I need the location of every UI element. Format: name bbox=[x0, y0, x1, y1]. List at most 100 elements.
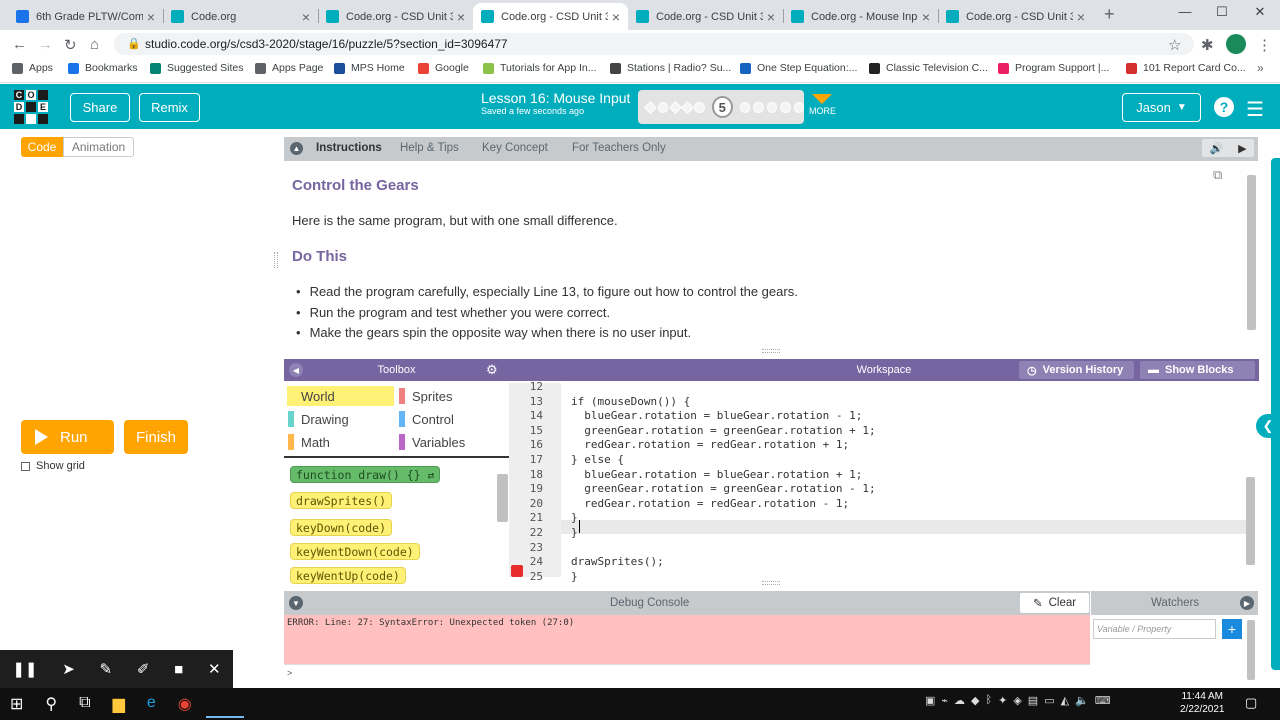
user-menu[interactable]: Jason ▼ bbox=[1122, 93, 1201, 122]
close-tab-icon[interactable]: × bbox=[302, 9, 310, 25]
battery-icon[interactable]: ▭ bbox=[1044, 694, 1054, 707]
browser-menu-icon[interactable]: ⋮ bbox=[1257, 36, 1272, 54]
file-explorer-icon[interactable]: ▆ bbox=[113, 694, 125, 714]
close-tab-icon[interactable]: × bbox=[1077, 9, 1085, 25]
more-button[interactable]: MORE bbox=[809, 94, 836, 116]
close-icon[interactable]: ✕ bbox=[208, 660, 221, 678]
browser-tab[interactable]: Code.org - Mouse Inp × bbox=[783, 3, 938, 30]
bookmark-item[interactable]: 101 Report Card Co... bbox=[1126, 62, 1246, 74]
code-line[interactable]: } bbox=[571, 511, 578, 524]
dropbox-icon[interactable]: ◆ bbox=[971, 694, 979, 707]
finish-button[interactable]: Finish bbox=[124, 420, 188, 454]
collapse-debug-icon[interactable]: ▼ bbox=[289, 596, 303, 610]
bookmark-star-icon[interactable]: ☆ bbox=[1168, 36, 1181, 54]
task-view-icon[interactable]: ⧉ bbox=[79, 694, 90, 714]
collapse-toolbox-icon[interactable]: ◀ bbox=[289, 363, 303, 377]
code-block[interactable]: drawSprites() bbox=[290, 492, 393, 509]
close-tab-icon[interactable]: × bbox=[147, 9, 155, 25]
bookmark-item[interactable]: Tutorials for App In... bbox=[483, 62, 597, 74]
browser-tab[interactable]: Code.org - CSD Unit 3 × bbox=[938, 3, 1093, 30]
code-line[interactable]: redGear.rotation = redGear.rotation - 1; bbox=[571, 497, 849, 510]
progress-dot[interactable] bbox=[753, 101, 764, 113]
progress-dot[interactable] bbox=[780, 101, 791, 113]
bookmark-item[interactable]: Classic Television C... bbox=[869, 62, 988, 74]
play-audio-icon[interactable]: ▶ bbox=[1238, 142, 1246, 155]
instructions-scrollbar[interactable] bbox=[1247, 175, 1256, 330]
network-icon[interactable]: ◭ bbox=[1061, 694, 1069, 707]
browser-tab[interactable]: Code.org × bbox=[163, 3, 318, 30]
home-icon[interactable]: ⌂ bbox=[90, 36, 99, 53]
edge-icon[interactable]: e bbox=[147, 694, 156, 714]
windows-start-icon[interactable]: ⊞ bbox=[10, 694, 23, 714]
collapse-icon[interactable]: ▲ bbox=[290, 142, 303, 155]
lesson-title[interactable]: Lesson 16: Mouse Input bbox=[481, 90, 630, 106]
progress-dot[interactable] bbox=[766, 101, 778, 113]
hamburger-menu-icon[interactable]: ☰ bbox=[1246, 97, 1264, 122]
progress-dot[interactable] bbox=[793, 101, 804, 113]
share-button[interactable]: Share bbox=[70, 93, 130, 122]
immersive-reader-icon[interactable]: ⧉ bbox=[1213, 167, 1222, 183]
search-icon[interactable]: ⚲ bbox=[45, 694, 57, 714]
code-line[interactable]: } bbox=[571, 570, 578, 583]
tab-help-tips[interactable]: Help & Tips bbox=[400, 142, 459, 154]
close-tab-icon[interactable]: × bbox=[457, 9, 465, 25]
toolbox-category[interactable]: World bbox=[287, 386, 394, 406]
taskbar-clock[interactable]: 11:44 AM 2/22/2021 bbox=[1180, 690, 1225, 716]
extensions-icon[interactable]: ✱ bbox=[1201, 36, 1214, 54]
resize-handle[interactable] bbox=[762, 581, 780, 585]
code-line[interactable]: redGear.rotation = redGear.rotation + 1; bbox=[571, 438, 849, 451]
progress-dot[interactable] bbox=[657, 101, 669, 113]
console-input[interactable] bbox=[284, 664, 1090, 684]
codeorg-logo[interactable]: C O D E bbox=[13, 89, 49, 125]
bookmark-item[interactable]: Suggested Sites bbox=[150, 62, 243, 74]
show-grid-toggle[interactable]: Show grid bbox=[21, 460, 85, 472]
notifications-icon[interactable]: ▢ bbox=[1245, 695, 1257, 711]
tray-app-icon[interactable]: ▤ bbox=[1028, 694, 1038, 707]
close-tab-icon[interactable]: × bbox=[767, 9, 775, 25]
browser-tab[interactable]: Code.org - CSD Unit 3 × bbox=[473, 3, 628, 30]
profile-avatar[interactable] bbox=[1226, 34, 1246, 54]
speaker-icon[interactable]: 🔊 bbox=[1209, 142, 1223, 155]
bookmark-item[interactable]: MPS Home bbox=[334, 62, 405, 74]
tray-app-icon[interactable]: ✦ bbox=[998, 694, 1007, 707]
close-tab-icon[interactable]: × bbox=[612, 9, 620, 25]
bluetooth-icon[interactable]: ᛒ bbox=[986, 694, 993, 707]
keyboard-icon[interactable]: ⌨ bbox=[1095, 694, 1111, 707]
code-line[interactable]: drawSprites(); bbox=[571, 555, 664, 568]
volume-icon[interactable]: 🔈 bbox=[1075, 694, 1089, 707]
code-block[interactable]: keyWentDown(code) bbox=[290, 543, 420, 560]
code-block[interactable]: keyDown(code) bbox=[290, 519, 393, 536]
close-tab-icon[interactable]: × bbox=[922, 9, 930, 25]
code-block[interactable]: keyWentUp(code) bbox=[290, 567, 406, 584]
code-tab[interactable]: Code bbox=[21, 137, 63, 157]
clear-button[interactable]: ✎ Clear bbox=[1020, 593, 1089, 613]
back-icon[interactable]: ← bbox=[12, 36, 27, 53]
version-history-button[interactable]: ◷ Version History bbox=[1019, 361, 1134, 379]
progress-dot[interactable] bbox=[694, 101, 705, 113]
bookmark-item[interactable]: Stations | Radio? Su... bbox=[610, 62, 731, 74]
game-canvas[interactable] bbox=[21, 162, 271, 412]
tab-key-concept[interactable]: Key Concept bbox=[482, 142, 548, 154]
code-line[interactable]: if (mouseDown()) { bbox=[571, 395, 690, 408]
watchers-scrollbar[interactable] bbox=[1247, 620, 1255, 680]
tray-app-icon[interactable]: ▣ bbox=[925, 694, 935, 707]
current-puzzle[interactable]: 5 bbox=[711, 96, 733, 118]
animation-tab[interactable]: Animation bbox=[63, 137, 134, 157]
add-watcher-button[interactable]: + bbox=[1222, 619, 1242, 639]
watcher-input[interactable]: Variable / Property bbox=[1093, 619, 1216, 639]
cloud-icon[interactable]: ☁ bbox=[954, 694, 965, 707]
pointer-icon[interactable]: ➤ bbox=[62, 660, 75, 678]
toolbox-category[interactable]: Math bbox=[287, 432, 394, 452]
bookmark-item[interactable]: Apps Page bbox=[255, 62, 323, 74]
resize-handle[interactable] bbox=[274, 252, 278, 268]
new-tab-button[interactable]: + bbox=[1104, 4, 1115, 25]
gear-icon[interactable]: ⚙ bbox=[486, 362, 498, 378]
help-icon[interactable]: ? bbox=[1214, 97, 1234, 117]
more-bookmarks-icon[interactable]: » bbox=[1257, 61, 1264, 75]
bookmark-item[interactable]: Bookmarks bbox=[68, 62, 138, 74]
toolbox-category[interactable]: Sprites bbox=[398, 386, 505, 406]
progress-diamond[interactable] bbox=[680, 100, 694, 114]
highlighter-icon[interactable]: ✐ bbox=[137, 660, 150, 678]
browser-tab[interactable]: Code.org - CSD Unit 3 × bbox=[318, 3, 473, 30]
reload-icon[interactable]: ↻ bbox=[64, 36, 77, 54]
